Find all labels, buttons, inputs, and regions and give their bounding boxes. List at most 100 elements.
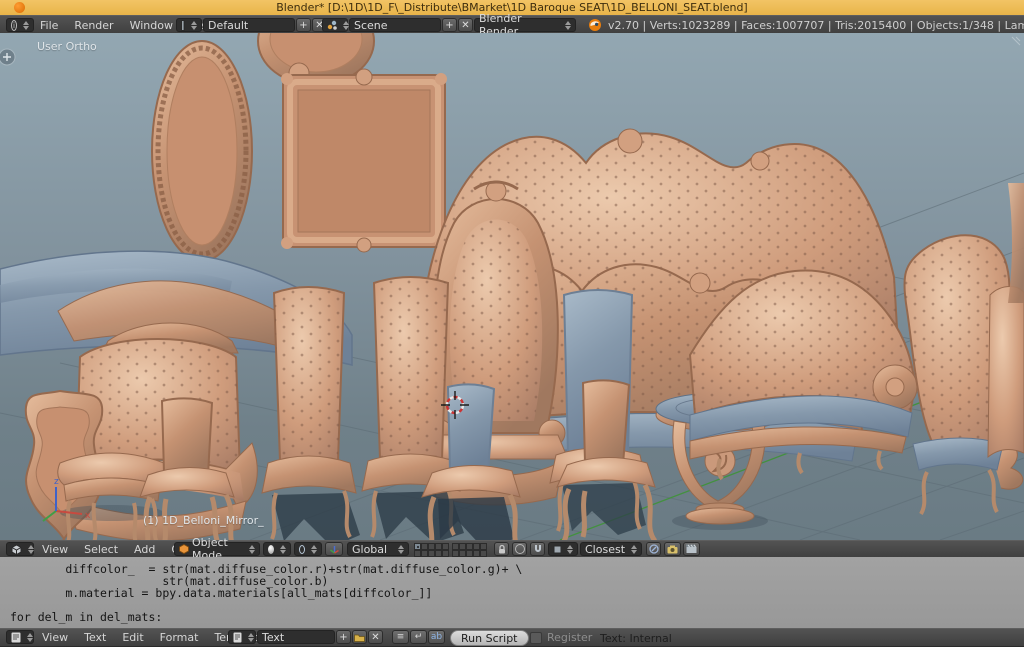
scene-icon bbox=[327, 20, 337, 30]
lock-to-scene-button[interactable] bbox=[494, 542, 509, 556]
dropdown-arrows-icon bbox=[25, 545, 34, 554]
menu-view[interactable]: View bbox=[34, 543, 76, 556]
menu-view[interactable]: View bbox=[34, 631, 76, 644]
snap-toggle-button[interactable] bbox=[530, 542, 545, 556]
snap-element-cube-icon bbox=[553, 545, 561, 554]
text-status: Text: Internal bbox=[600, 632, 672, 645]
menu-format[interactable]: Format bbox=[152, 631, 207, 644]
code-line: for del_m in del_mats: bbox=[10, 611, 1024, 623]
snap-peel-button[interactable] bbox=[646, 542, 661, 556]
orientation-label: Global bbox=[352, 543, 387, 556]
menu-text[interactable]: Text bbox=[76, 631, 114, 644]
editor-type-selector[interactable]: i bbox=[6, 18, 34, 32]
text-open-button[interactable] bbox=[352, 630, 367, 644]
view3d-editor-icon bbox=[11, 544, 22, 555]
layers-widget[interactable] bbox=[414, 543, 487, 557]
dropdown-arrows-icon bbox=[246, 545, 255, 554]
dropdown-arrows-icon bbox=[564, 545, 573, 554]
opengl-render-image-button[interactable] bbox=[664, 542, 681, 556]
text-datablock-name: Text bbox=[262, 631, 284, 644]
pivot-point-select[interactable] bbox=[294, 542, 322, 556]
text-new-button[interactable]: + bbox=[336, 630, 351, 644]
scene-name-field[interactable]: Scene bbox=[349, 18, 441, 32]
register-label: Register bbox=[547, 631, 592, 644]
screen-layout-icon bbox=[181, 20, 185, 31]
dropdown-arrows-icon bbox=[20, 21, 29, 30]
screen-layout-browse-button[interactable] bbox=[176, 18, 202, 32]
line-numbers-toggle[interactable]: ≡ bbox=[392, 630, 409, 644]
texteditor-type-selector[interactable] bbox=[6, 630, 34, 644]
pencil-circle-icon bbox=[649, 544, 659, 554]
dropdown-arrows-icon bbox=[628, 545, 637, 554]
clapperboard-icon bbox=[686, 544, 697, 554]
svg-text:z: z bbox=[54, 477, 59, 487]
object-mode-icon bbox=[179, 544, 189, 554]
dropdown-arrows-icon bbox=[562, 21, 571, 30]
screen-layout-name-field[interactable]: Default bbox=[203, 18, 295, 32]
lock-icon bbox=[497, 544, 507, 555]
menu-edit[interactable]: Edit bbox=[114, 631, 151, 644]
code-line: m.material = bpy.data.materials[all_mats… bbox=[10, 587, 1024, 599]
register-checkbox[interactable] bbox=[530, 632, 542, 644]
proportional-circle-icon bbox=[515, 544, 525, 554]
dropdown-arrows-icon bbox=[277, 545, 286, 554]
menu-render[interactable]: Render bbox=[66, 19, 121, 32]
render-engine-select[interactable]: Blender Render bbox=[474, 18, 576, 32]
info-header: i File Render Window Help Default + ✕ Sc… bbox=[0, 15, 1024, 35]
menu-add[interactable]: Add bbox=[126, 543, 163, 556]
viewport-view-label: User Ortho bbox=[37, 40, 97, 53]
run-script-button[interactable]: Run Script bbox=[450, 630, 529, 646]
viewport-shading-select[interactable] bbox=[263, 542, 291, 556]
dropdown-arrows-icon bbox=[340, 21, 349, 30]
magnet-icon bbox=[533, 544, 543, 554]
active-object-name: (1) 1D_Belloni_Mirror_ bbox=[143, 514, 264, 527]
text-editor-icon bbox=[11, 632, 21, 643]
dropdown-arrows-icon bbox=[188, 21, 197, 30]
dropdown-arrows-icon bbox=[24, 633, 33, 642]
screen-layout-name: Default bbox=[208, 19, 248, 32]
syntax-highlight-toggle[interactable]: ab bbox=[428, 630, 445, 644]
mode-select[interactable]: Object Mode bbox=[174, 542, 260, 556]
dropdown-arrows-icon bbox=[395, 545, 404, 554]
toolshelf-expand-button[interactable] bbox=[0, 49, 15, 65]
viewport-3d[interactable]: x z User Ortho (1) 1D_Belloni_Mirror_ bbox=[0, 33, 1024, 540]
dropdown-arrows-icon bbox=[308, 545, 317, 554]
rectangular-frame-object[interactable] bbox=[281, 69, 447, 252]
text-unlink-button[interactable]: ✕ bbox=[368, 630, 383, 644]
scene-close-button[interactable]: ✕ bbox=[458, 18, 473, 32]
text-file-icon bbox=[233, 632, 242, 643]
pivot-icon bbox=[299, 545, 305, 554]
dropdown-arrows-icon bbox=[245, 633, 254, 642]
camera-icon bbox=[667, 545, 678, 554]
transform-orientation-select[interactable]: Global bbox=[347, 542, 409, 556]
screen-layout-add-button[interactable]: + bbox=[296, 18, 311, 32]
blender-logo-icon bbox=[588, 18, 602, 32]
run-script-label: Run Script bbox=[461, 632, 518, 645]
text-editor-area[interactable]: diffcolor_ = str(mat.diffuse_color.r)+st… bbox=[0, 557, 1024, 628]
menu-file[interactable]: File bbox=[32, 19, 66, 32]
viewport-scene: x z bbox=[0, 33, 1024, 540]
menu-select[interactable]: Select bbox=[76, 543, 126, 556]
shading-sphere-icon bbox=[268, 545, 274, 554]
scene-name: Scene bbox=[354, 19, 388, 32]
proportional-edit-button[interactable] bbox=[512, 542, 527, 556]
code-line bbox=[10, 599, 1024, 611]
blender-app-icon bbox=[14, 2, 25, 13]
viewport-editor-type-selector[interactable] bbox=[6, 542, 34, 556]
text-editor-header: View Text Edit Format Templates Text + ✕… bbox=[0, 628, 1024, 647]
snap-element-select[interactable] bbox=[548, 542, 578, 556]
menu-window[interactable]: Window bbox=[122, 19, 181, 32]
edge-chair-object[interactable] bbox=[988, 287, 1024, 458]
scene-add-button[interactable]: + bbox=[442, 18, 457, 32]
info-editor-icon: i bbox=[11, 20, 17, 31]
manipulator-toggle[interactable] bbox=[325, 542, 343, 556]
word-wrap-toggle[interactable]: ↵ bbox=[410, 630, 427, 644]
manipulator-axes-icon bbox=[329, 544, 340, 555]
folder-icon bbox=[354, 633, 365, 642]
snap-target-select[interactable]: Closest bbox=[580, 542, 642, 556]
svg-text:x: x bbox=[85, 511, 91, 521]
opengl-render-anim-button[interactable] bbox=[683, 542, 700, 556]
text-datablock-browse[interactable] bbox=[228, 630, 256, 644]
text-datablock-name-field[interactable]: Text bbox=[257, 630, 335, 644]
scene-browse-button[interactable] bbox=[322, 18, 348, 32]
